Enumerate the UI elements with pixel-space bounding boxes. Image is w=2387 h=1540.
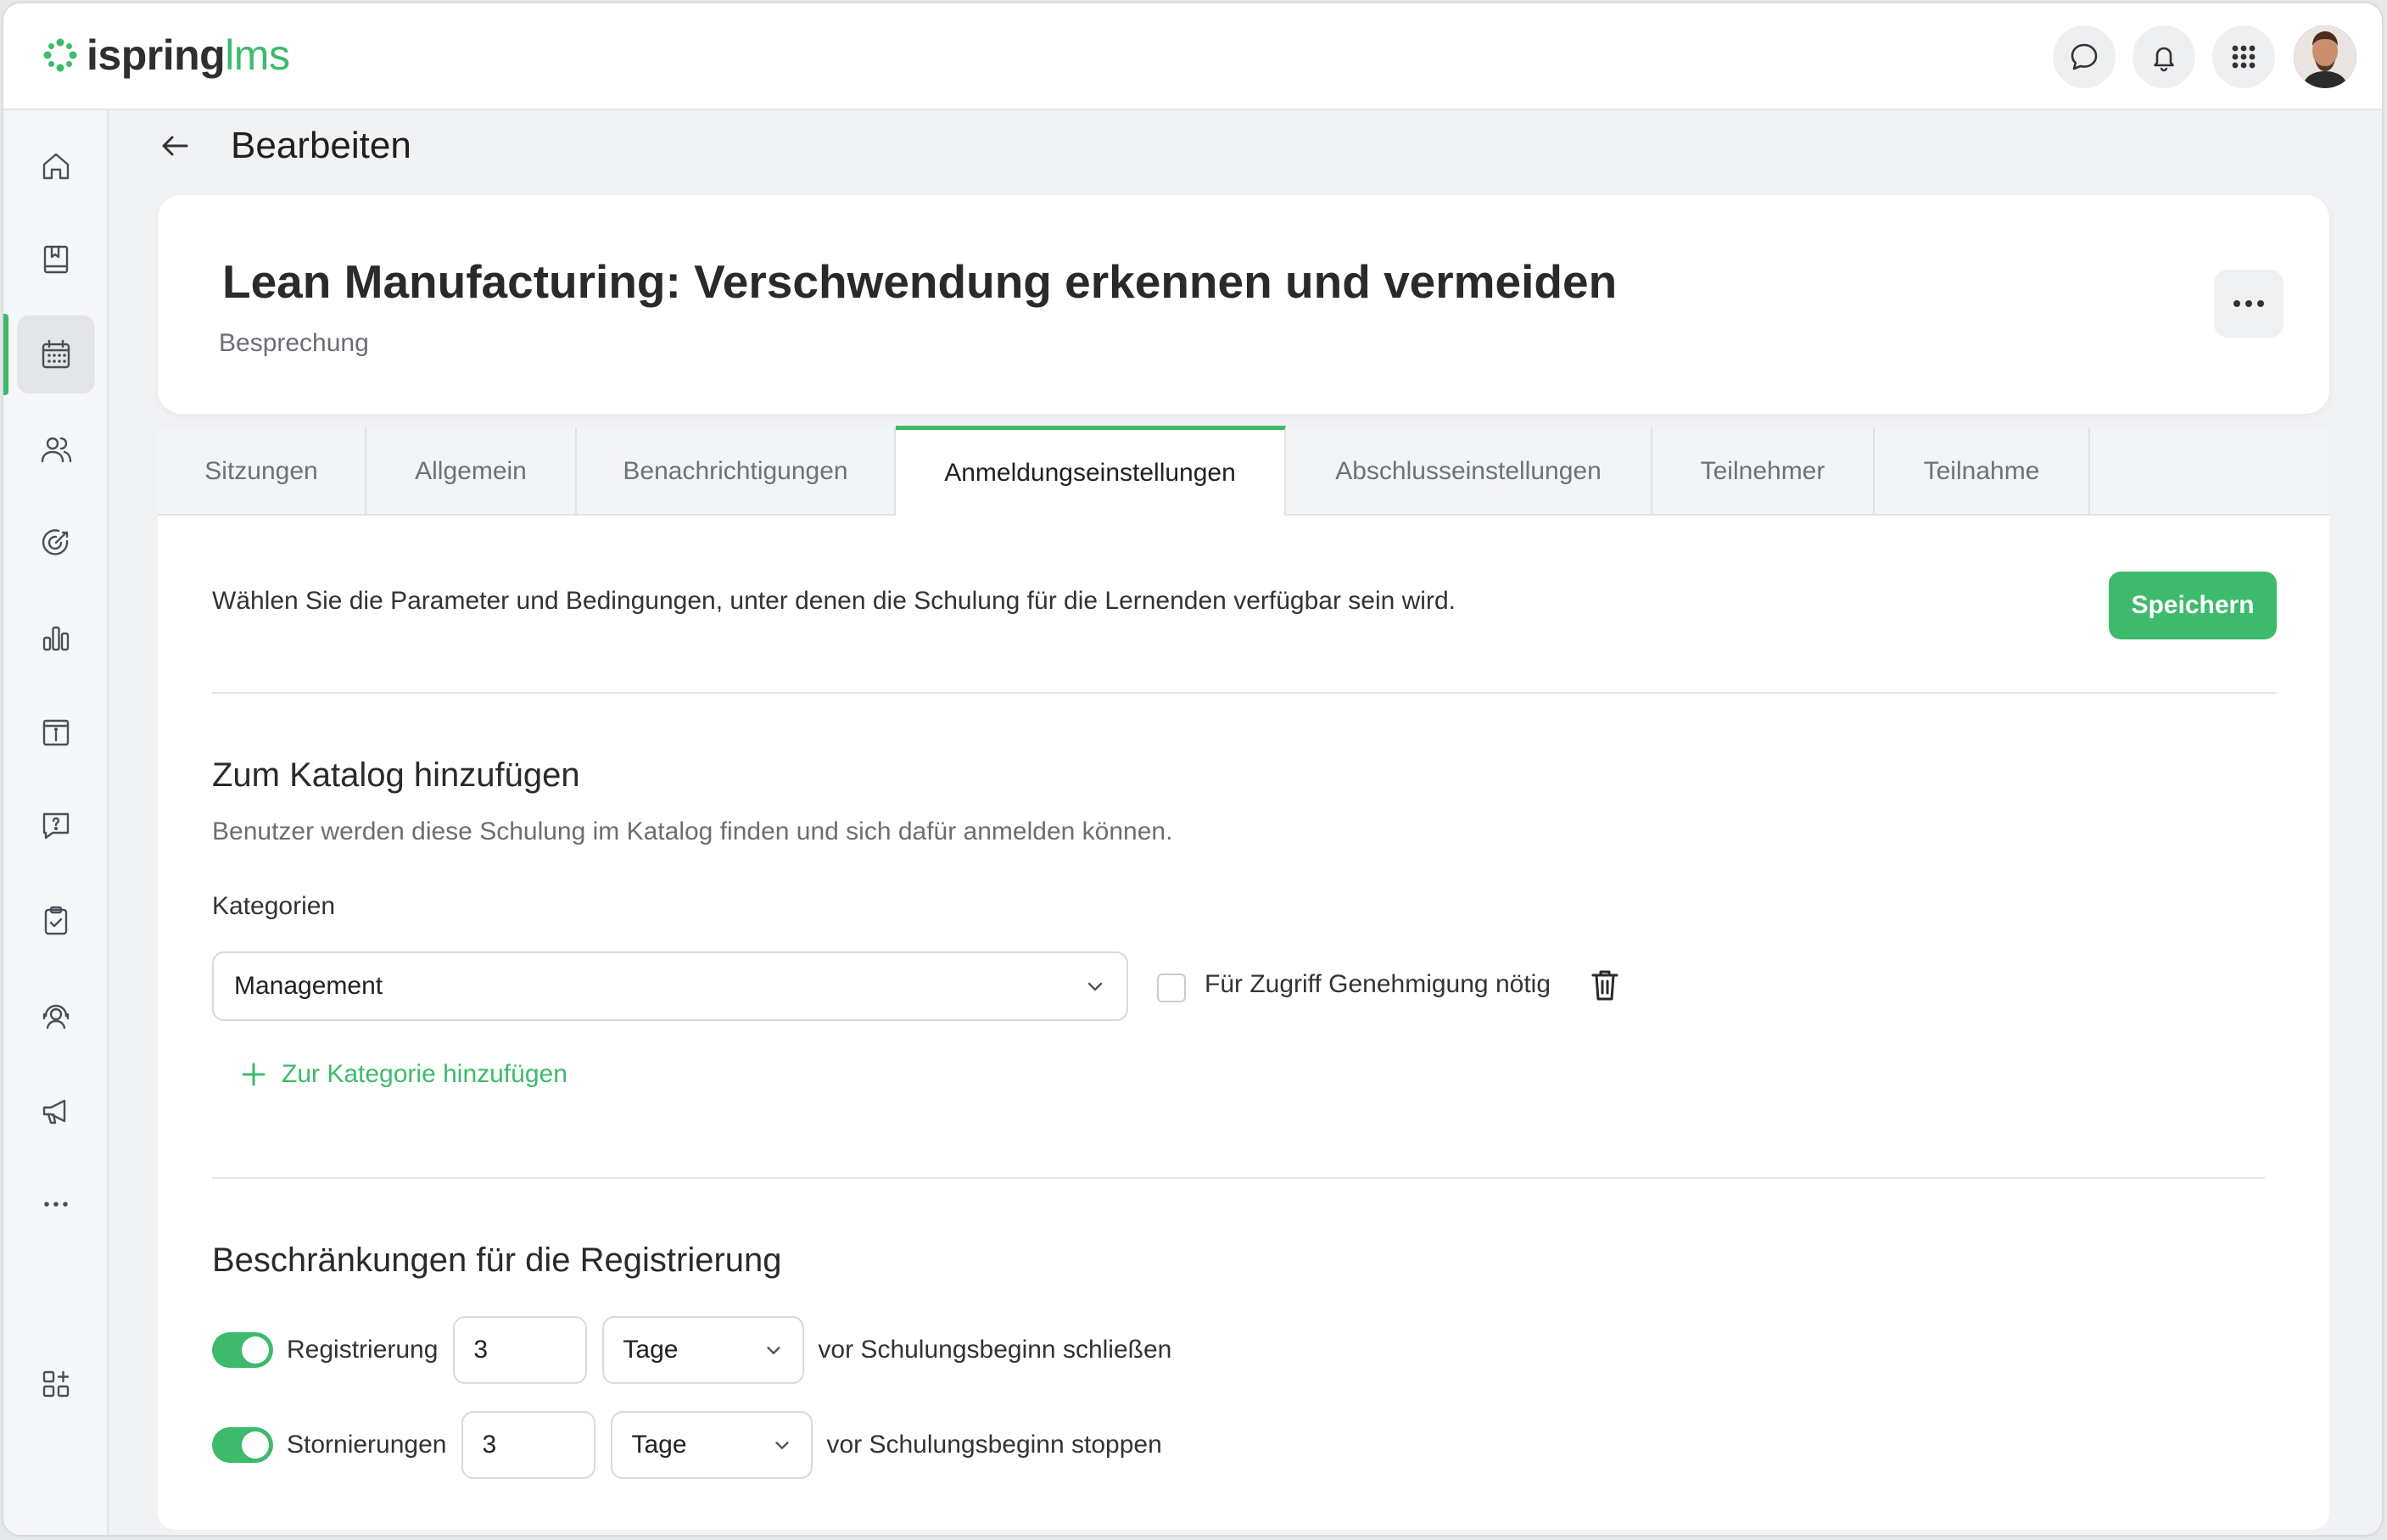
- approval-label: Für Zugriff Genehmigung nötig: [1205, 970, 1551, 998]
- registration-row: Registrierung 3 Tage vor Schulungsbeginn…: [212, 1316, 1171, 1384]
- approval-checkbox[interactable]: [1157, 974, 1186, 1002]
- registration-toggle[interactable]: [212, 1332, 273, 1368]
- trash-icon[interactable]: [1588, 967, 1622, 1004]
- tab-abschlusseinstellungen[interactable]: Abschlusseinstellungen: [1286, 427, 1652, 516]
- chevron-down-icon: [775, 1442, 790, 1449]
- page-title: Bearbeiten: [231, 125, 411, 166]
- tab-anmeldungseinstellungen[interactable]: Anmeldungseinstellungen: [896, 426, 1286, 516]
- registration-days-input[interactable]: 3: [453, 1316, 588, 1384]
- sidebar: [3, 110, 109, 1535]
- app-window: ispringlms Bearbeiten Lean Manufacturing…: [2, 2, 2384, 1537]
- tab-bar: Sitzungen Allgemein Benachrichtigungen A…: [158, 426, 2329, 516]
- logo-text: ispringlms: [87, 31, 290, 79]
- dot-icon: [2233, 300, 2240, 307]
- cancellation-unit-value: Tage: [631, 1431, 687, 1459]
- add-widget-icon[interactable]: [17, 1345, 95, 1423]
- apps-grid-icon[interactable]: [2212, 25, 2275, 88]
- divider: [212, 1177, 2265, 1179]
- library-icon[interactable]: [17, 220, 95, 299]
- settings-panel: Sitzungen Allgemein Benachrichtigungen A…: [158, 426, 2329, 1530]
- plus-icon: [242, 1063, 266, 1086]
- tab-benachrichtigungen[interactable]: Benachrichtigungen: [577, 427, 896, 516]
- tab-sitzungen[interactable]: Sitzungen: [158, 427, 366, 516]
- categories-label: Kategorien: [212, 892, 336, 920]
- support-agent-icon[interactable]: [17, 977, 95, 1055]
- cancellation-row: Stornierungen 3 Tage vor Schulungsbeginn…: [212, 1411, 1162, 1479]
- info-icon[interactable]: [17, 694, 95, 772]
- enrollment-description: Wählen Sie die Parameter und Bedingungen…: [212, 587, 1456, 615]
- category-select-value: Management: [234, 972, 383, 1000]
- course-card: Lean Manufacturing: Verschwendung erkenn…: [158, 195, 2329, 414]
- home-icon[interactable]: [17, 127, 95, 205]
- catalog-section-subtitle: Benutzer werden diese Schulung im Katalo…: [212, 817, 1173, 845]
- chart-icon[interactable]: [17, 599, 95, 677]
- cancellation-label: Stornierungen: [287, 1431, 447, 1459]
- registration-unit-value: Tage: [623, 1336, 679, 1364]
- cancellation-suffix: vor Schulungsbeginn stoppen: [826, 1431, 1162, 1459]
- ispring-logo[interactable]: ispringlms: [41, 25, 290, 85]
- cancellation-unit-select[interactable]: Tage: [611, 1411, 813, 1479]
- cancellation-days-input[interactable]: 3: [461, 1411, 596, 1479]
- category-select[interactable]: Management: [212, 951, 1128, 1021]
- chevron-down-icon: [767, 1347, 781, 1354]
- chat-icon[interactable]: [2053, 25, 2116, 88]
- registration-label: Registrierung: [287, 1336, 439, 1364]
- active-indicator: [3, 314, 8, 395]
- dot-icon: [2257, 300, 2264, 307]
- arrow-left-icon[interactable]: [156, 127, 193, 165]
- restrictions-section-title: Beschränkungen für die Registrierung: [212, 1241, 782, 1279]
- registration-suffix: vor Schulungsbeginn schließen: [818, 1336, 1172, 1364]
- user-avatar[interactable]: [2294, 25, 2356, 88]
- cancellation-toggle[interactable]: [212, 1427, 273, 1463]
- divider: [212, 692, 2277, 694]
- dot-icon: [2245, 300, 2252, 307]
- course-title: Lean Manufacturing: Verschwendung erkenn…: [222, 255, 1618, 308]
- registration-unit-select[interactable]: Tage: [602, 1316, 805, 1384]
- help-chat-icon[interactable]: [17, 787, 95, 865]
- tab-teilnahme[interactable]: Teilnahme: [1875, 427, 2090, 516]
- more-options-button[interactable]: [2214, 270, 2284, 338]
- page-header: Bearbeiten: [156, 112, 411, 180]
- add-category-label: Zur Kategorie hinzufügen: [282, 1060, 567, 1088]
- megaphone-icon[interactable]: [17, 1072, 95, 1150]
- users-icon[interactable]: [17, 410, 95, 488]
- calendar-icon[interactable]: [17, 315, 95, 393]
- logo-icon: [43, 38, 77, 72]
- tab-allgemein[interactable]: Allgemein: [366, 427, 577, 516]
- tab-teilnehmer[interactable]: Teilnehmer: [1652, 427, 1875, 516]
- catalog-section-title: Zum Katalog hinzufügen: [212, 756, 580, 794]
- target-icon[interactable]: [17, 504, 95, 582]
- top-bar: ispringlms: [3, 3, 2382, 110]
- bell-icon[interactable]: [2133, 25, 2195, 88]
- chevron-down-icon: [1087, 982, 1103, 991]
- course-type: Besprechung: [219, 329, 369, 357]
- add-category-link[interactable]: Zur Kategorie hinzufügen: [239, 1060, 567, 1089]
- more-icon[interactable]: [17, 1165, 95, 1243]
- save-button[interactable]: Speichern: [2109, 572, 2277, 639]
- clipboard-check-icon[interactable]: [17, 882, 95, 960]
